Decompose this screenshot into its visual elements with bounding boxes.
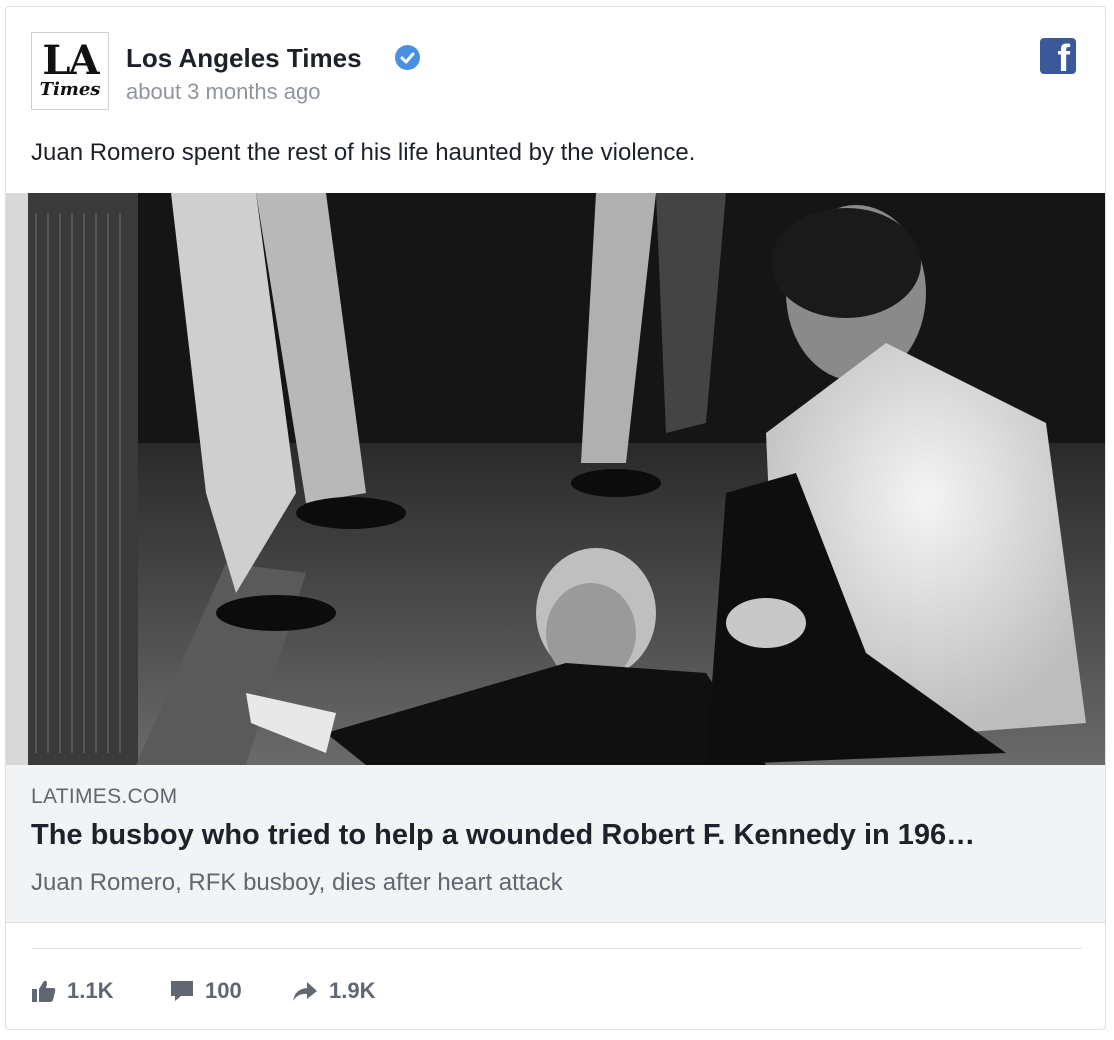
share-arrow-icon [293,982,317,1001]
post-text: Juan Romero spent the rest of his life h… [31,139,696,166]
comment-button[interactable]: 100 [169,975,242,1007]
facebook-icon[interactable]: f [1040,38,1076,74]
comment-icon [171,981,193,1001]
link-preview-image[interactable] [6,193,1105,765]
post-header: LA Times Los Angeles Times about 3 month… [6,7,1105,166]
actions-divider [31,948,1082,949]
facebook-post-card: LA Times Los Angeles Times about 3 month… [5,6,1106,1030]
link-headline[interactable]: The busboy who tried to help a wounded R… [31,819,975,852]
publisher-logo[interactable]: LA Times [31,32,109,110]
thumbs-up-icon [32,980,56,1002]
like-button[interactable]: 1.1K [31,975,113,1007]
post-timestamp[interactable]: about 3 months ago [126,79,320,105]
like-count: 1.1K [67,978,114,1003]
link-domain: LATIMES.COM [31,785,178,808]
comment-count: 100 [205,978,242,1003]
share-count: 1.9K [329,978,376,1003]
link-subtitle: Juan Romero, RFK busboy, dies after hear… [31,869,563,896]
share-button[interactable]: 1.9K [291,975,375,1007]
logo-line-2: Times [39,79,101,100]
verified-badge-icon [395,45,420,70]
page-name[interactable]: Los Angeles Times [126,43,362,74]
logo-line-1: LA [42,37,99,84]
link-info-box[interactable]: LATIMES.COM The busboy who tried to help… [6,765,1105,923]
